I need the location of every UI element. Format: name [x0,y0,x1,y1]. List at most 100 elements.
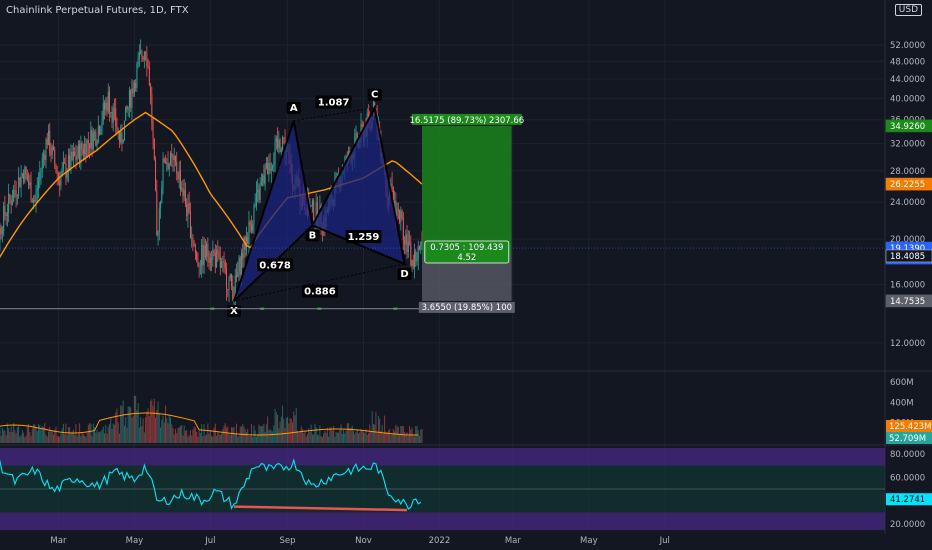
volume-bar [386,432,388,443]
candle-body [394,201,396,203]
volume-bar [255,436,257,443]
candle-body [23,173,25,182]
stop-label: 3.6550 (19.85%) 100 [422,303,512,313]
candle-body [137,58,139,65]
volume-bar [231,427,233,443]
volume-bar [211,435,213,443]
volume-bar [49,426,51,443]
candle-body [198,265,200,267]
candle-body [131,88,133,108]
x-tick-label: May [580,536,598,546]
volume-bar [97,432,99,443]
volume-bar [318,435,320,443]
candle-body [80,142,82,164]
volume-bar [233,426,235,443]
volume-bar [146,411,148,443]
volume-bar [349,428,351,443]
candle-body [155,159,157,191]
candle-body [66,172,68,178]
candle-body [21,173,23,176]
entry-label-line2: 4.52 [457,253,476,263]
volume-bar [167,423,169,443]
candle-body [191,237,193,239]
candle-body [43,154,45,158]
volume-bar [303,433,305,443]
candle-body [25,167,27,175]
volume-bar [264,431,266,443]
candle-body [223,261,225,263]
volume-bar [346,423,348,443]
ratio-label: 1.259 [348,232,380,243]
volume-bar [25,435,27,443]
price-tick-label: 40.0000 [890,94,925,104]
currency-badge[interactable]: USD [894,4,922,16]
candle-body [401,210,403,218]
volume-bar [245,431,247,443]
candle-body [9,193,11,200]
volume-bar [404,432,406,443]
volume-bar [228,433,230,443]
candle-body [235,275,237,277]
candle-body [160,202,162,209]
candle-body [255,192,257,205]
volume-bar [295,407,297,443]
candle-body [104,103,106,110]
volume-bar [116,408,118,443]
candle-body [176,162,178,174]
candle-body [310,205,312,207]
volume-bar [192,429,194,443]
volume-bar [325,432,327,443]
volume-bar [20,434,22,443]
volume-bar [13,423,15,443]
candle-body [404,239,406,245]
candle-body [50,153,52,155]
volume-bar [143,432,145,443]
candle-body [91,130,93,150]
volume-bar [234,433,236,443]
volume-bar [216,435,218,443]
volume-bar [165,405,167,443]
volume-bar [364,433,366,443]
candle-body [64,162,66,164]
volume-bar [290,418,292,443]
volume-bar [358,433,359,443]
candle-body [54,149,56,165]
candle-body [277,138,279,148]
pattern-point-label: X [230,306,238,317]
x-tick-label: 2022 [429,536,451,546]
volume-bar [280,416,282,443]
candle-body [28,181,30,186]
volume-bar [410,429,412,443]
candle-body [157,231,159,236]
volume-bar [371,411,373,443]
candle-body [186,204,188,216]
chart-canvas[interactable]: 52.000048.000044.000040.000036.000032.00… [0,0,932,550]
candle-body [391,183,393,188]
x-tick-label: Jul [204,536,215,546]
volume-bar [160,427,162,443]
candle-body [122,140,124,144]
candle-body [130,90,132,108]
candle-body [311,200,313,206]
candle-body [209,258,211,263]
volume-bar [412,435,414,443]
candle-body [86,140,88,157]
x-tick-label: Jul [659,536,670,546]
candle-body [254,204,256,207]
candle-body [409,241,411,243]
candle-body [275,138,277,142]
candle-body [156,190,158,236]
volume-bar [133,395,135,443]
candle-body [265,162,267,169]
candle-body [336,173,338,176]
candle-body [18,177,20,196]
candle-body [120,132,122,142]
volume-bar [92,423,94,443]
volume-bar [57,436,59,443]
candle-body [165,161,167,164]
volume-bar [387,430,389,443]
volume-bar [320,436,322,443]
candle-body [252,223,254,231]
volume-bar [296,430,298,443]
candle-body [264,168,266,184]
